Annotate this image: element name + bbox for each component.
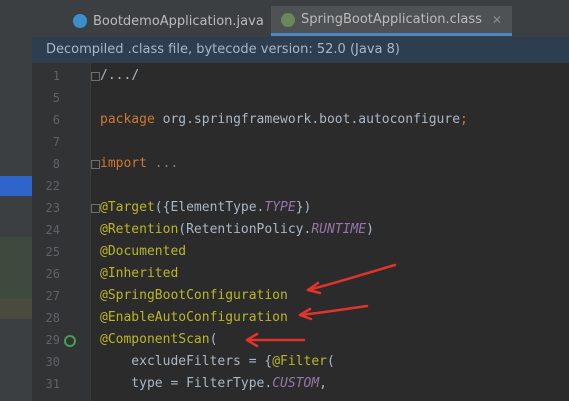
code-text: @Retention(RetentionPolicy.RUNTIME): [100, 219, 374, 241]
tab-spring-boot-application[interactable]: SpringBootApplication.class ✕: [271, 6, 512, 36]
code-text: @SpringBootConfiguration: [100, 285, 288, 307]
line-number: 22: [45, 179, 60, 193]
code-token: excludeFilters = {: [100, 354, 273, 369]
code-token: ;: [460, 112, 468, 127]
spring-bean-gutter-icon[interactable]: [64, 335, 76, 347]
code-token: @SpringBootConfiguration: [100, 288, 288, 303]
code-text: @Inherited: [100, 263, 178, 285]
code-token: ...: [154, 156, 179, 171]
code-line[interactable]: 8 import ...: [0, 153, 537, 175]
line-number: 5: [52, 91, 60, 105]
line-number: 6: [52, 113, 60, 127]
code-line[interactable]: 23 @Target({ElementType.TYPE}): [0, 197, 537, 219]
close-icon[interactable]: ✕: [492, 13, 502, 27]
code-text: @ComponentScan(: [100, 329, 217, 351]
code-line[interactable]: 30 excludeFilters = {@Filter(: [0, 351, 537, 373]
code-line[interactable]: 6 package org.springframework.boot.autoco…: [0, 109, 537, 131]
line-number: 25: [45, 245, 60, 259]
fold-icon[interactable]: [91, 204, 100, 213]
annotation-class-icon: [281, 12, 295, 27]
fold-icon[interactable]: [91, 72, 100, 81]
code-token: ,: [319, 376, 327, 391]
code-text: import ...: [100, 153, 178, 175]
code-token: @Documented: [100, 244, 187, 259]
tab-label: BootdemoApplication.java: [93, 13, 264, 29]
code-line[interactable]: 28 @EnableAutoConfiguration: [0, 307, 537, 329]
fold-icon[interactable]: [91, 160, 100, 169]
code-text: type = FilterType.CUSTOM,: [100, 373, 327, 395]
code-token: @EnableAutoConfiguration: [100, 310, 288, 325]
code-token: import: [100, 156, 155, 171]
code-line[interactable]: 7: [0, 131, 537, 153]
code-line[interactable]: 1 /.../: [0, 65, 537, 87]
tab-bootdemo-application[interactable]: BootdemoApplication.java ✕: [73, 6, 284, 36]
code-token: /...: [100, 68, 132, 83]
decompiled-banner: Decompiled .class file, bytecode version…: [32, 37, 569, 63]
code-token: @Retention: [100, 222, 179, 237]
code-line[interactable]: 26 @Inherited: [0, 263, 537, 285]
code-token: ): [366, 222, 374, 237]
code-token: CUSTOM: [272, 376, 320, 391]
code-token: (: [209, 332, 218, 347]
code-text: @EnableAutoConfiguration: [100, 307, 288, 329]
line-number: 28: [45, 311, 60, 325]
line-number: 26: [45, 267, 60, 281]
code-token: /: [131, 68, 140, 83]
code-text: /.../: [100, 65, 139, 87]
code-token: @Target: [100, 200, 155, 215]
code-line[interactable]: 5: [0, 87, 537, 109]
line-number: 1: [52, 69, 60, 83]
line-number: 7: [52, 135, 60, 149]
code-token: (: [326, 354, 335, 369]
line-number: 8: [52, 157, 60, 171]
line-number: 23: [45, 201, 60, 215]
code-token: package: [100, 112, 163, 127]
line-number: 30: [45, 355, 60, 369]
line-number: 27: [45, 289, 60, 303]
code-line[interactable]: 25 @Documented: [0, 241, 537, 263]
code-line[interactable]: 31 type = FilterType.CUSTOM,: [0, 373, 537, 395]
java-class-icon: [73, 14, 87, 28]
code-line[interactable]: 24 @Retention(RetentionPolicy.RUNTIME): [0, 219, 537, 241]
line-number: 31: [45, 377, 60, 391]
code-text: @Target({ElementType.TYPE}): [100, 197, 311, 219]
code-token: ({ElementType.: [154, 200, 265, 215]
code-token: RUNTIME: [311, 222, 367, 237]
tab-label: SpringBootApplication.class: [301, 12, 482, 27]
code-token: (RetentionPolicy.: [178, 222, 312, 237]
code-line[interactable]: 29 @ComponentScan(: [0, 329, 537, 351]
code-text: excludeFilters = {@Filter(: [100, 351, 335, 373]
editor-tab-bar: BootdemoApplication.java ✕ SpringBootApp…: [32, 0, 569, 37]
code-token: @Inherited: [100, 266, 179, 281]
line-number: 24: [45, 223, 60, 237]
code-token: @Filter: [272, 354, 327, 369]
code-line[interactable]: 27 @SpringBootConfiguration: [0, 285, 537, 307]
code-text: package org.springframework.boot.autocon…: [100, 109, 468, 131]
code-text: @Documented: [100, 241, 186, 263]
code-line[interactable]: 22: [0, 175, 537, 197]
code-token: }): [295, 200, 312, 215]
line-number: 29: [45, 333, 60, 347]
code-token: org.springframework.boot.autoconfigure: [162, 112, 461, 127]
code-token: TYPE: [264, 200, 296, 215]
code-token: type = FilterType.: [100, 376, 273, 391]
code-token: @ComponentScan: [100, 332, 210, 347]
